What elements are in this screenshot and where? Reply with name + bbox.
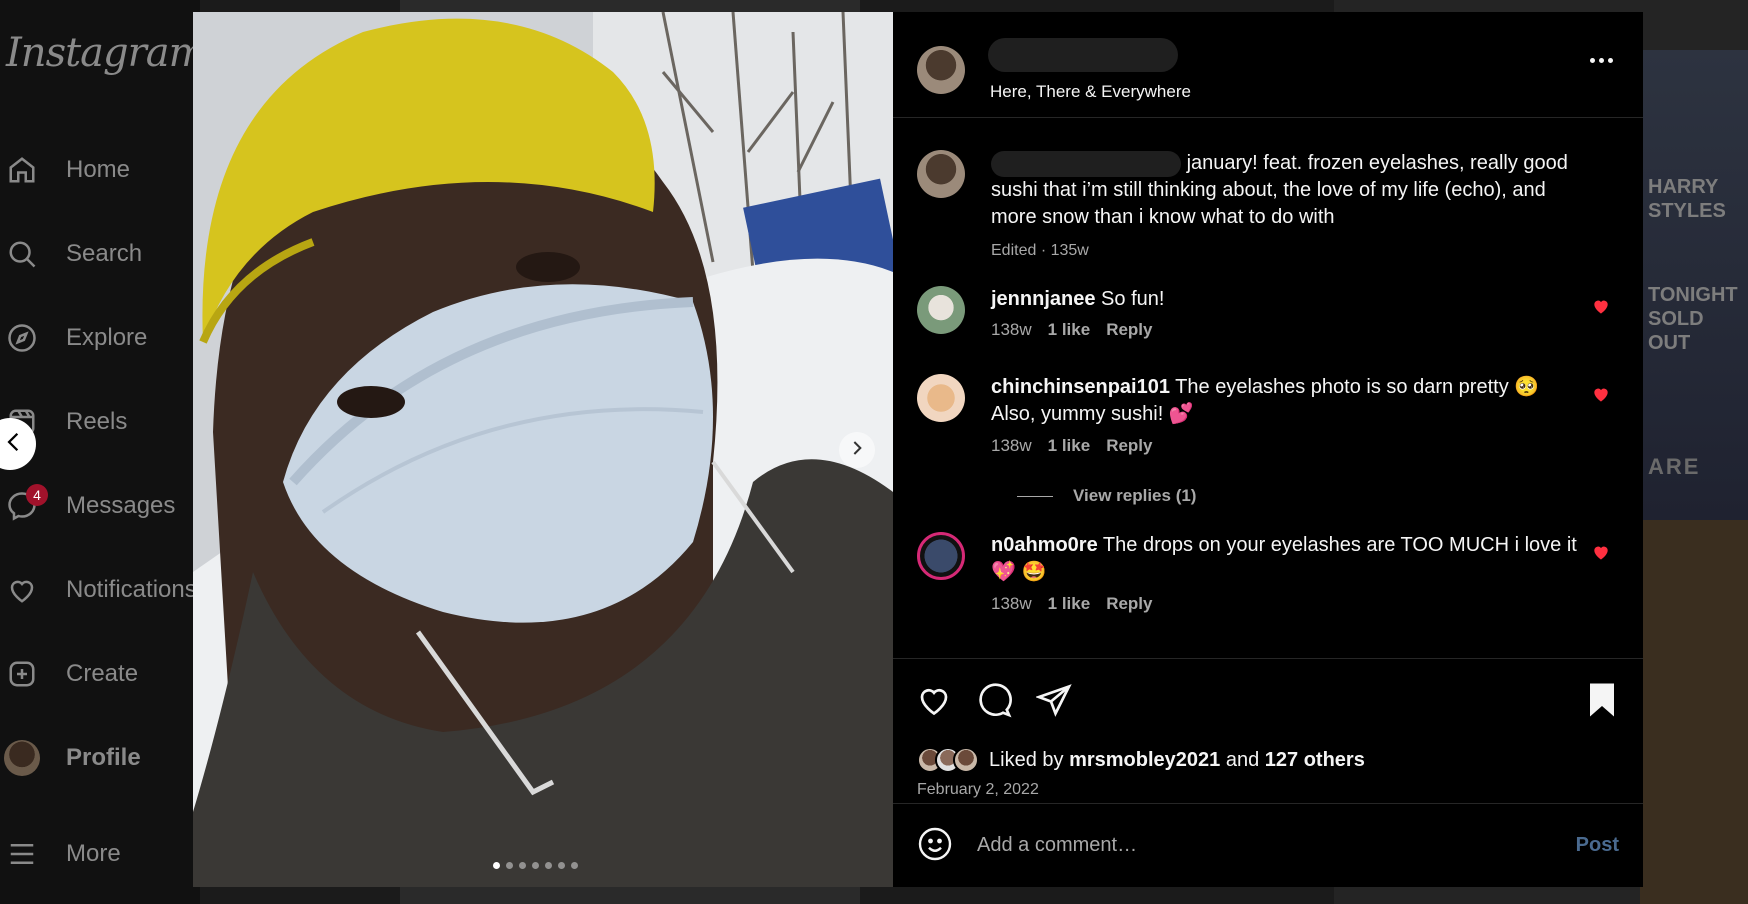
carousel-dot <box>532 862 539 869</box>
notification-badge: 4 <box>26 484 48 506</box>
like-heart-icon[interactable] <box>913 679 955 721</box>
carousel-dot <box>519 862 526 869</box>
comment-username[interactable]: chinchinsenpai101 <box>991 376 1170 398</box>
comment-likes[interactable]: 1 like <box>1048 594 1091 614</box>
background-image <box>1640 520 1748 904</box>
instagram-logo[interactable]: Instagram <box>6 30 207 76</box>
sidebar-item-label: Search <box>66 240 143 267</box>
liked-heart-icon[interactable] <box>1591 296 1611 321</box>
redacted-username <box>991 150 1181 177</box>
commenter-avatar[interactable] <box>917 374 965 422</box>
redacted-username <box>988 38 1178 72</box>
carousel-dot <box>545 862 552 869</box>
compass-icon <box>0 318 44 358</box>
comment-age: 138w <box>991 436 1032 455</box>
carousel-dot <box>506 862 513 869</box>
comment-meta: 138w 1 like Reply <box>991 320 1152 340</box>
comment-composer: Post <box>893 803 1643 887</box>
sidebar-item-label: Create <box>66 660 139 687</box>
comment-username[interactable]: jennnjanee <box>991 288 1095 310</box>
home-icon <box>0 150 44 190</box>
menu-icon <box>0 834 44 874</box>
plus-square-icon <box>0 654 44 694</box>
more-options-icon[interactable] <box>1590 58 1613 63</box>
post-details-panel: Here, There & Everywhere january! feat. … <box>893 12 1643 887</box>
post-comment-button[interactable]: Post <box>1576 834 1619 857</box>
sidebar-item-explore[interactable]: Explore <box>0 318 147 358</box>
saved-bookmark-icon[interactable] <box>1581 679 1623 721</box>
post-photo[interactable] <box>193 12 893 887</box>
heart-icon <box>0 570 44 610</box>
author-avatar[interactable] <box>917 46 965 94</box>
sidebar-item-home[interactable]: Home <box>0 150 130 190</box>
view-replies-button[interactable]: View replies (1) <box>1017 486 1196 506</box>
sidebar-item-messages[interactable]: 4 Messages <box>0 484 176 526</box>
search-icon <box>0 234 44 274</box>
sidebar-item-label: Notifications <box>66 576 197 603</box>
sidebar-item-notifications[interactable]: Notifications <box>0 570 197 610</box>
share-icon[interactable] <box>1033 679 1075 721</box>
reply-button[interactable]: Reply <box>1106 320 1152 340</box>
sidebar-item-label: Explore <box>66 324 148 351</box>
messenger-icon: 4 <box>0 484 48 526</box>
sidebar-item-more[interactable]: More <box>0 834 121 874</box>
liked-heart-icon[interactable] <box>1591 384 1611 409</box>
comment-icon[interactable] <box>973 679 1015 721</box>
post-actions: Liked by mrsmobley2021 and 127 others Fe… <box>893 658 1643 800</box>
carousel-dot <box>571 862 578 869</box>
comment-likes[interactable]: 1 like <box>1048 320 1091 340</box>
poster-text: HARRY STYLES TONIGHT SOLD OUT ARE <box>1648 176 1738 479</box>
sidebar-item-label: More <box>66 840 121 867</box>
liked-heart-icon[interactable] <box>1591 542 1611 567</box>
comment-text: So fun! <box>1101 288 1165 310</box>
post-date[interactable]: February 2, 2022 <box>917 781 1039 799</box>
profile-avatar <box>0 738 44 778</box>
chevron-right-icon <box>849 440 865 461</box>
liker-avatar <box>953 747 979 773</box>
reply-button[interactable]: Reply <box>1106 436 1152 456</box>
sidebar-item-label: Messages <box>66 492 176 519</box>
comment-username[interactable]: n0ahmo0re <box>991 534 1098 556</box>
photo-illustration <box>193 12 893 887</box>
sidebar-item-label: Profile <box>66 744 141 771</box>
carousel-indicator <box>493 862 578 869</box>
chevron-left-icon <box>0 431 21 458</box>
comments-list[interactable]: january! feat. frozen eyelashes, really … <box>893 118 1643 658</box>
sidebar-item-profile[interactable]: Profile <box>0 738 141 778</box>
liked-by: Liked by mrsmobley2021 and 127 others <box>917 747 1365 773</box>
next-image-button[interactable] <box>839 432 875 468</box>
comment-input[interactable] <box>977 826 1537 864</box>
reply-button[interactable]: Reply <box>1106 594 1152 614</box>
comment-meta: 138w 1 like Reply <box>991 594 1152 614</box>
sidebar-item-label: Home <box>66 156 131 183</box>
emoji-icon[interactable] <box>917 826 953 867</box>
sidebar-item-search[interactable]: Search <box>0 234 142 274</box>
liker-username[interactable]: mrsmobley2021 <box>1069 749 1220 771</box>
comment-likes[interactable]: 1 like <box>1048 436 1091 456</box>
post-modal: Here, There & Everywhere january! feat. … <box>193 12 1643 887</box>
author-avatar[interactable] <box>917 150 965 198</box>
carousel-dot <box>493 862 500 869</box>
likes-count[interactable]: 127 others <box>1265 749 1365 771</box>
post-header: Here, There & Everywhere <box>893 12 1643 118</box>
comment-meta: 138w 1 like Reply <box>991 436 1152 456</box>
commenter-avatar-story-ring[interactable] <box>917 532 965 580</box>
instagram-page: Instagram Home Search Explore Reels 4 Me… <box>0 0 1748 904</box>
comment-age: 138w <box>991 320 1032 339</box>
post-location[interactable]: Here, There & Everywhere <box>990 82 1191 102</box>
sidebar-item-create[interactable]: Create <box>0 654 138 694</box>
carousel-dot <box>558 862 565 869</box>
commenter-avatar[interactable] <box>917 286 965 334</box>
sidebar-item-label: Reels <box>66 408 128 435</box>
comment-age: 138w <box>991 594 1032 613</box>
caption-meta: Edited · 135w <box>991 242 1089 259</box>
